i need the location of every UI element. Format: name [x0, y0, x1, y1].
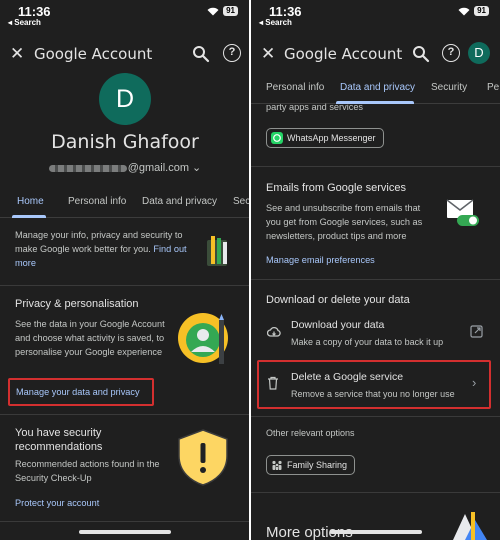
divider [251, 416, 500, 417]
help-icon[interactable]: ? [223, 44, 241, 62]
right-screen: 11:36 ◂ Search 91 ✕ Google Account ? D P… [251, 0, 500, 540]
download-delete-title: Download or delete your data [266, 294, 410, 306]
home-indicator[interactable] [79, 530, 171, 534]
security-description: Recommended actions found in the Securit… [15, 459, 160, 483]
more-options-illustration-icon [453, 512, 487, 540]
privacy-title: Privacy & personalisation [15, 298, 139, 310]
email-suffix: @gmail.com [127, 162, 189, 174]
whatsapp-chip-label: WhatsApp Messenger [287, 133, 376, 143]
wifi-icon [207, 7, 219, 15]
delete-service-title[interactable]: Delete a Google service [291, 371, 403, 383]
tab-data-and-privacy[interactable]: Data and privacy [340, 82, 415, 93]
status-time: 11:36 [269, 4, 302, 19]
search-icon[interactable] [191, 44, 211, 64]
privacy-description: See the data in your Google Account and … [15, 319, 165, 357]
tab-home[interactable]: Home [17, 196, 44, 207]
help-icon[interactable]: ? [442, 44, 460, 62]
battery-indicator: 91 [474, 6, 489, 16]
status-icons: 91 [207, 6, 238, 16]
manage-data-privacy-link[interactable]: Manage your data and privacy [16, 385, 140, 399]
close-icon[interactable]: ✕ [261, 44, 275, 64]
active-tab-indicator [12, 215, 46, 218]
trash-icon [268, 376, 278, 390]
app-header: ✕ Google Account ? D [251, 38, 500, 72]
mail-toggle-icon [446, 199, 479, 226]
family-sharing-chip[interactable]: Family Sharing [266, 455, 356, 475]
redacted-email [48, 164, 127, 172]
divider [0, 414, 250, 415]
download-data-subtitle: Make a copy of your data to back it up [291, 337, 444, 347]
tab-personal-info[interactable]: Personal info [68, 196, 126, 207]
divider [0, 285, 250, 286]
status-bar: 11:36 ◂ Search 91 [0, 0, 250, 30]
search-icon[interactable] [411, 44, 431, 64]
battery-indicator: 91 [223, 6, 238, 16]
left-screen: 11:36 ◂ Search 91 ✕ Google Account ? D D… [0, 0, 250, 540]
emails-title: Emails from Google services [266, 182, 406, 194]
status-icons: 91 [458, 6, 489, 16]
whatsapp-icon [271, 132, 283, 144]
tab-security[interactable]: Security [431, 82, 467, 93]
back-to-search-link[interactable]: ◂ Search [8, 18, 41, 27]
tab-data-and-privacy[interactable]: Data and privacy [142, 196, 217, 207]
highlight-box [257, 360, 491, 409]
home-indicator[interactable] [330, 530, 422, 534]
tab-people-sharing[interactable]: Pe [487, 82, 499, 93]
manage-email-preferences-link[interactable]: Manage email preferences [266, 253, 375, 267]
info-illustration-icon [207, 236, 227, 266]
close-icon[interactable]: ✕ [10, 44, 24, 64]
tab-bar: Home Personal info Data and privacy Secu [0, 190, 250, 218]
intro-text: Manage your info, privacy and security t… [15, 230, 187, 268]
family-sharing-label: Family Sharing [287, 460, 348, 470]
profile-name: Danish Ghafoor [51, 131, 199, 153]
download-cloud-icon [267, 326, 281, 337]
tab-security[interactable]: Secu [233, 196, 250, 207]
emails-description: See and unsubscribe from emails that you… [266, 203, 423, 241]
chevron-down-icon: ⌄ [189, 162, 202, 174]
delete-service-subtitle: Remove a service that you no longer use [291, 389, 455, 399]
back-to-search-link[interactable]: ◂ Search [259, 18, 292, 27]
privacy-illustration-icon [178, 313, 228, 364]
security-title: You have security recommendations [15, 427, 103, 453]
chevron-right-icon[interactable]: › [472, 375, 476, 390]
family-icon [272, 460, 282, 470]
app-header: ✕ Google Account ? [0, 38, 250, 72]
shield-alert-icon [178, 429, 228, 486]
profile-avatar[interactable]: D [99, 73, 151, 125]
tab-personal-info[interactable]: Personal info [266, 82, 324, 93]
wifi-icon [458, 7, 470, 15]
app-title: Google Account [284, 45, 403, 63]
download-data-title[interactable]: Download your data [291, 319, 384, 331]
account-switcher[interactable]: @gmail.com ⌄ [0, 161, 250, 174]
external-link-icon[interactable] [470, 325, 483, 338]
divider [251, 166, 500, 167]
divider [251, 279, 500, 280]
status-bar: 11:36 ◂ Search 91 [251, 0, 500, 30]
third-party-text: party apps and services [266, 102, 364, 112]
divider [251, 492, 500, 493]
other-options-label: Other relevant options [266, 428, 355, 438]
app-title: Google Account [34, 45, 153, 63]
status-time: 11:36 [18, 4, 51, 19]
divider [0, 521, 250, 522]
account-avatar[interactable]: D [468, 42, 490, 64]
whatsapp-chip[interactable]: WhatsApp Messenger [266, 128, 384, 148]
protect-account-link[interactable]: Protect your account [15, 496, 99, 510]
